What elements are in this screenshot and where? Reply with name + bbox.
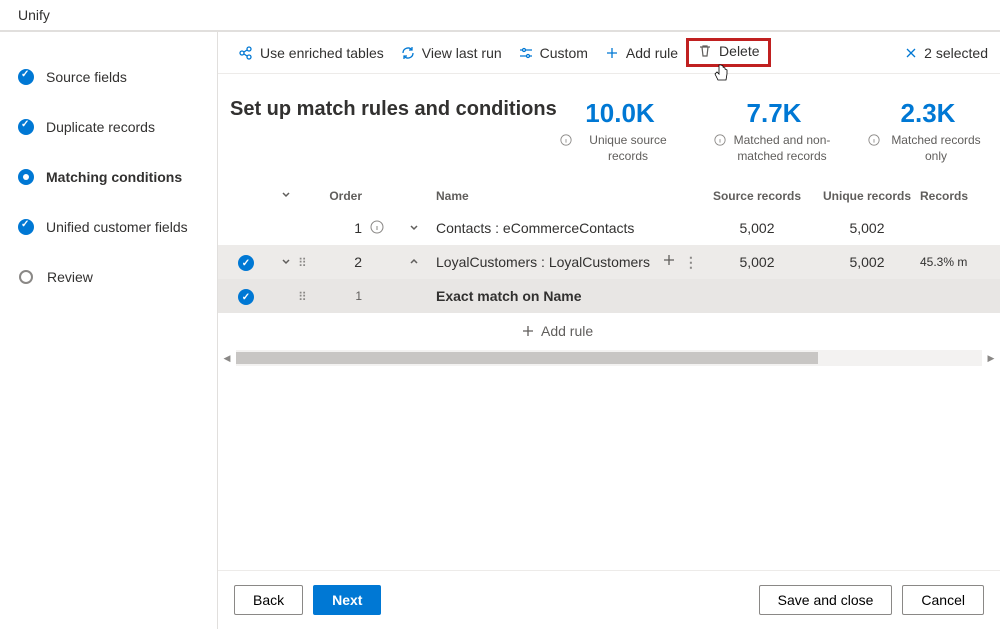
plus-icon[interactable] [662, 253, 676, 267]
cancel-button[interactable]: Cancel [902, 585, 984, 615]
delete-button[interactable]: Delete [689, 43, 767, 59]
add-rule-row: Add rule [218, 313, 1000, 349]
scroll-thumb[interactable] [236, 352, 818, 364]
button-label: Add rule [626, 45, 678, 61]
col-source-header[interactable]: Source records [700, 189, 814, 203]
stat-value: 2.3K [868, 98, 988, 129]
more-menu-icon[interactable]: ⋮ [684, 254, 698, 270]
step-source-fields[interactable]: Source fields [0, 52, 217, 102]
table-header: Order Name Source records Unique records… [218, 180, 1000, 211]
next-button[interactable]: Next [313, 585, 381, 615]
delete-button-highlight-annotation: Delete [686, 38, 770, 67]
page-title: Set up match rules and conditions [230, 98, 557, 121]
step-label: Duplicate records [46, 119, 155, 135]
stat-value: 10.0K [560, 98, 680, 129]
horizontal-scrollbar[interactable]: ◀ ▶ [218, 349, 1000, 367]
check-icon [18, 119, 34, 135]
table-row[interactable]: ✓ ⠿ 2 LoyalCustomers : LoyalCustomers ⋮ … [218, 245, 1000, 279]
chevron-down-icon[interactable] [408, 221, 420, 233]
step-unified-customer-fields[interactable]: Unified customer fields [0, 202, 217, 252]
stat-value: 7.7K [714, 98, 834, 129]
rule-name: Exact match on Name [436, 288, 660, 304]
selection-count-label: 2 selected [924, 45, 988, 61]
share-nodes-icon [238, 45, 254, 61]
button-label: Use enriched tables [260, 45, 384, 61]
plus-icon [604, 45, 620, 61]
use-enriched-tables-button[interactable]: Use enriched tables [230, 32, 392, 73]
info-icon [714, 134, 726, 146]
table-row[interactable]: 1 Contacts : eCommerceContacts 5,002 5,0… [218, 211, 1000, 245]
wizard-steps-sidebar: Source fields Duplicate records Matching… [0, 32, 217, 629]
add-rule-button[interactable]: Add rule [513, 319, 601, 343]
stat-matched-only: 2.3K Matched records only [868, 98, 988, 164]
save-and-close-button[interactable]: Save and close [759, 585, 893, 615]
step-matching-conditions[interactable]: Matching conditions [0, 152, 217, 202]
col-name-header[interactable]: Name [436, 189, 660, 203]
add-rule-label: Add rule [541, 323, 593, 339]
stats-panel: 10.0K Unique source records 7.7K Matched… [560, 98, 988, 164]
check-icon [18, 219, 34, 235]
view-last-run-button[interactable]: View last run [392, 32, 510, 73]
col-order-header[interactable]: Order [322, 189, 362, 203]
checked-icon[interactable]: ✓ [238, 289, 254, 305]
refresh-icon [400, 45, 416, 61]
step-review[interactable]: Review [0, 252, 217, 302]
col-records-header[interactable]: Records [920, 189, 988, 203]
scroll-right-arrow[interactable]: ▶ [982, 349, 1000, 367]
toolbar: Use enriched tables View last run Custom… [218, 32, 1000, 74]
row-source-records: 5,002 [700, 220, 814, 236]
button-label: Delete [719, 43, 759, 59]
stat-label-text: Unique source records [576, 133, 680, 164]
add-rule-toolbar-button[interactable]: Add rule [596, 32, 686, 73]
row-source-records: 5,002 [700, 254, 814, 270]
button-label: Custom [540, 45, 588, 61]
step-current-icon [18, 169, 34, 185]
row-name: LoyalCustomers : LoyalCustomers [436, 254, 660, 270]
custom-button[interactable]: Custom [510, 32, 596, 73]
stat-label-text: Matched records only [884, 133, 988, 164]
scroll-left-arrow[interactable]: ◀ [218, 349, 236, 367]
step-label: Unified customer fields [46, 219, 188, 235]
chevron-up-icon[interactable] [408, 255, 420, 267]
step-pending-icon [19, 270, 33, 284]
stat-label-text: Matched and non-matched records [730, 133, 834, 164]
row-pct: 45.3% m [920, 255, 988, 269]
scroll-track[interactable] [236, 350, 982, 366]
stat-unique-source: 10.0K Unique source records [560, 98, 680, 164]
app-header: Unify [0, 0, 1000, 32]
checked-icon[interactable]: ✓ [238, 255, 254, 271]
wizard-footer: Back Next Save and close Cancel [218, 570, 1000, 629]
app-title: Unify [18, 7, 50, 23]
selection-count-indicator[interactable]: 2 selected [904, 45, 988, 61]
row-unique-records: 5,002 [814, 254, 920, 270]
rule-sub-row[interactable]: ✓ ⠿ 1 Exact match on Name [218, 279, 1000, 313]
row-name: Contacts : eCommerceContacts [436, 220, 660, 236]
chevron-down-icon[interactable] [280, 255, 292, 267]
drag-handle-icon[interactable]: ⠿ [298, 290, 305, 304]
row-unique-records: 5,002 [814, 220, 920, 236]
sliders-icon [518, 45, 534, 61]
button-label: View last run [422, 45, 502, 61]
info-icon [868, 134, 880, 146]
close-icon [904, 46, 918, 60]
back-button[interactable]: Back [234, 585, 303, 615]
plus-icon [521, 324, 535, 338]
cursor-pointer-annotation [713, 63, 731, 83]
row-order: 2 [322, 254, 362, 270]
step-duplicate-records[interactable]: Duplicate records [0, 102, 217, 152]
rule-order: 1 [322, 289, 362, 303]
info-icon[interactable] [370, 220, 384, 234]
row-order: 1 [322, 220, 362, 236]
step-label: Source fields [46, 69, 127, 85]
stat-matched-nonmatched: 7.7K Matched and non-matched records [714, 98, 834, 164]
check-icon [18, 69, 34, 85]
info-icon [560, 134, 572, 146]
chevron-down-icon[interactable] [280, 188, 292, 200]
drag-handle-icon[interactable]: ⠿ [298, 256, 305, 270]
col-unique-header[interactable]: Unique records [814, 189, 920, 203]
trash-icon [697, 43, 713, 59]
step-label: Matching conditions [46, 169, 182, 185]
step-label: Review [47, 269, 93, 285]
